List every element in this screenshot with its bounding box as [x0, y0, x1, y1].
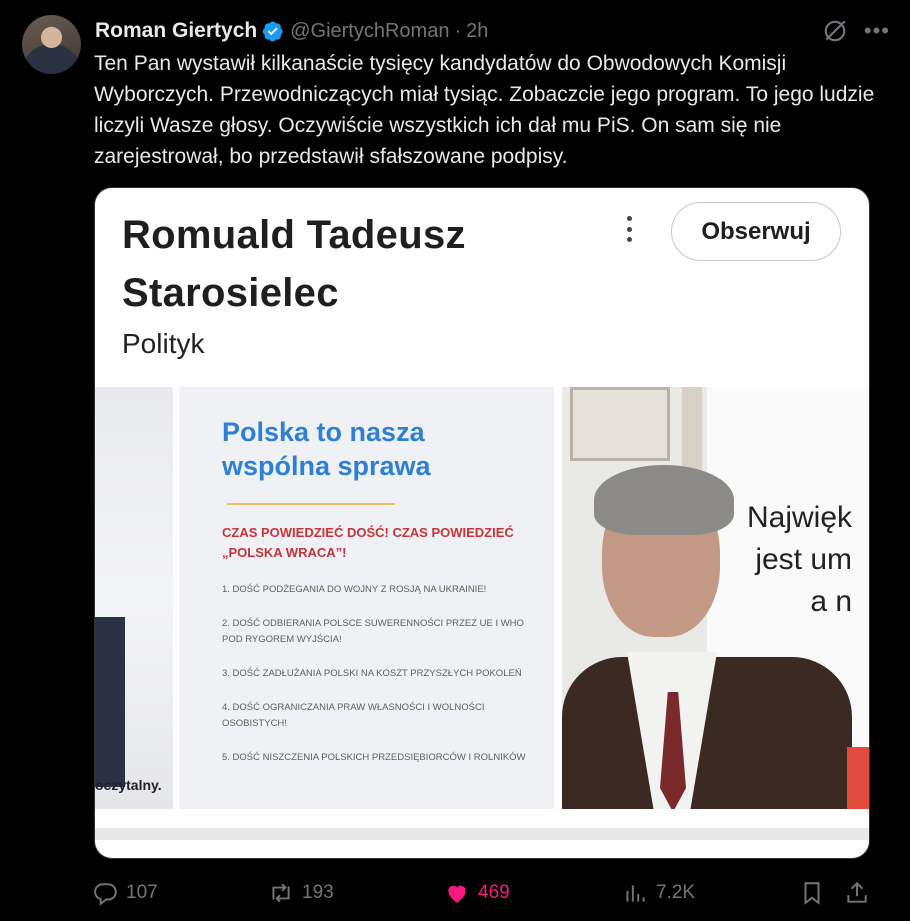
- leaflet-item: 1. DOŚĆ PODŻEGANIA DO WOJNY Z ROSJĄ NA U…: [222, 584, 487, 595]
- repost-count: 193: [302, 882, 334, 903]
- share-button[interactable]: [844, 876, 870, 910]
- wall-frame: [570, 387, 670, 461]
- photo-left: oczytalny.: [95, 387, 173, 809]
- grok-icon[interactable]: [822, 18, 848, 44]
- views-button[interactable]: 7.2K: [622, 876, 695, 910]
- leaflet-list: 1. DOŚĆ PODŻEGANIA DO WOJNY Z ROSJĄ NA U…: [222, 582, 554, 784]
- leaflet-item: 3. DOŚĆ ZADŁUŻANIA POLSKI NA KOSZT PRZYS…: [222, 668, 522, 679]
- heart-icon: [448, 885, 466, 903]
- tweet-timestamp[interactable]: 2h: [466, 20, 488, 43]
- like-button[interactable]: 469: [444, 876, 510, 910]
- card-footer-strip: [95, 828, 869, 840]
- banner-text: Najwięk jest um a n: [747, 501, 853, 618]
- like-count: 469: [478, 882, 510, 903]
- card-title: Romuald Tadeusz Starosielec: [122, 213, 466, 315]
- leaflet-slogan: CZAS POWIEDZIEĆ DOŚĆ! CZAS POWIEDZIEĆ „P…: [222, 525, 514, 560]
- bookmark-icon: [804, 882, 820, 905]
- tweet-actions: 107 193 469 7.2K: [92, 876, 882, 910]
- photo-left-caption: oczytalny.: [95, 777, 162, 793]
- more-options-icon[interactable]: •••: [864, 20, 890, 42]
- reply-count: 107: [126, 882, 158, 903]
- leaflet-item: 4. DOŚĆ OGRANICZANIA PRAW WŁASNOŚCI I WO…: [222, 702, 485, 729]
- reply-button[interactable]: 107: [92, 876, 158, 910]
- repost-icon: [272, 883, 290, 903]
- leaflet-heading-line-2: wspólna sprawa: [222, 451, 431, 481]
- leaflet-heading-line-1: Polska to nasza: [222, 417, 425, 447]
- author-name[interactable]: Roman Giertych: [95, 19, 257, 43]
- leaflet-item: 2. DOŚĆ ODBIERANIA POLSCE SUWERENNOŚCI P…: [222, 618, 524, 645]
- leaflet-item: 5. DOŚĆ NISZCZENIA POLSKICH PRZEDSIĘBIOR…: [222, 752, 526, 763]
- photo-portrait: Najwięk jest um a n: [562, 387, 869, 809]
- reply-icon: [94, 883, 117, 906]
- author-handle[interactable]: @GiertychRoman: [290, 20, 449, 43]
- portrait-hair: [594, 465, 734, 535]
- leaflet-heading: Polska to nasza wspólna sprawa: [222, 415, 431, 483]
- author-avatar[interactable]: [22, 15, 81, 74]
- program-leaflet-image: Polska to nasza wspólna sprawa CZAS POWI…: [179, 387, 554, 809]
- verified-badge-icon: [263, 21, 283, 42]
- follow-button: Obserwuj: [671, 202, 841, 261]
- suit-shape: [95, 617, 125, 787]
- card-subtitle: Polityk: [122, 328, 205, 359]
- header-actions: •••: [822, 16, 890, 46]
- embedded-image-card[interactable]: Romuald Tadeusz Starosielec Polityk Obse…: [94, 187, 870, 859]
- separator-dot: ·: [454, 19, 462, 42]
- tweet-header: Roman Giertych @GiertychRoman · 2h •••: [95, 16, 890, 46]
- banner-red-accent: [847, 747, 869, 809]
- tweet-text: Ten Pan wystawił kilkanaście tysięcy kan…: [94, 52, 875, 168]
- share-icon: [847, 881, 867, 903]
- leaflet-divider: [227, 503, 395, 505]
- views-count: 7.2K: [656, 882, 696, 903]
- repost-button[interactable]: 193: [268, 876, 334, 910]
- kebab-menu-icon: [622, 216, 636, 242]
- views-chart-icon: [626, 885, 645, 902]
- bookmark-button[interactable]: [799, 876, 825, 910]
